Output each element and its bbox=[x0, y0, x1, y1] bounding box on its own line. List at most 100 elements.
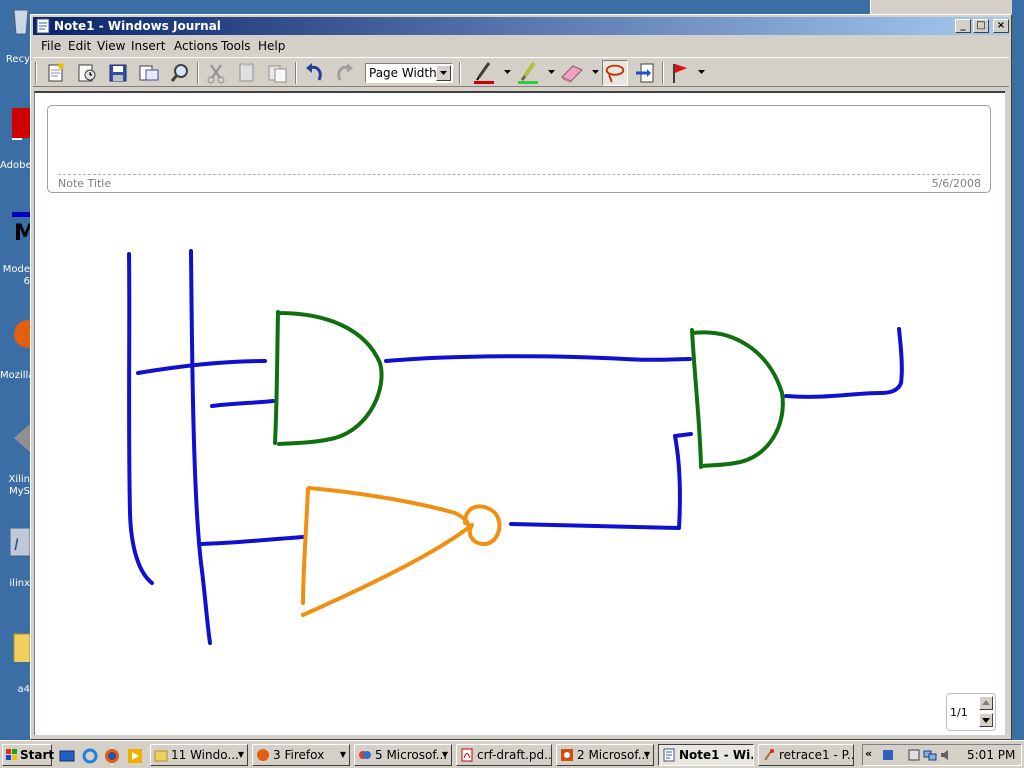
taskbar-button-microsoft-office[interactable]: 5 Microsof... ▼ bbox=[354, 744, 452, 766]
close-button[interactable]: × bbox=[993, 19, 1009, 33]
ink-drawing-canvas[interactable] bbox=[35, 93, 1006, 737]
task-label: 3 Firefox bbox=[273, 748, 325, 762]
zoom-value: Page Width bbox=[369, 66, 437, 80]
desktop-icon-adobe[interactable]: Adobe bbox=[0, 108, 30, 172]
desktop-icon-a4-folder[interactable]: a4 bbox=[0, 630, 30, 695]
desktop-icon-modelsim[interactable]: M Mode 6 bbox=[0, 212, 30, 292]
toolbar-separator bbox=[295, 62, 297, 84]
menu-tools[interactable]: Tools bbox=[217, 37, 255, 55]
pen-icon[interactable] bbox=[471, 60, 497, 86]
menu-actions[interactable]: Actions bbox=[170, 37, 222, 55]
menu-view[interactable]: View bbox=[93, 37, 129, 55]
highlighter-dropdown-arrow-icon[interactable] bbox=[548, 70, 555, 76]
network-icon[interactable] bbox=[923, 748, 937, 762]
desktop-icon-xilinx-mys[interactable]: Xilin MyS bbox=[0, 422, 30, 502]
desktop-left-strip: Recy Adobe M Mode 6 Mozilla Xilin MyS I … bbox=[0, 0, 30, 740]
menu-insert[interactable]: Insert bbox=[127, 37, 169, 55]
menu-edit[interactable]: Edit bbox=[64, 37, 95, 55]
eraser-icon[interactable] bbox=[559, 60, 585, 86]
ink-not-gate-bubble bbox=[463, 504, 502, 546]
language-bar-icon[interactable] bbox=[881, 748, 895, 762]
chevron-down-icon[interactable] bbox=[436, 65, 451, 81]
maximize-button[interactable]: □ bbox=[973, 19, 989, 33]
tray-expand-chevron-icon[interactable]: « bbox=[865, 747, 872, 760]
undo-icon[interactable] bbox=[301, 60, 327, 86]
background-window-edge bbox=[870, 0, 1024, 14]
eraser-dropdown-arrow-icon[interactable] bbox=[592, 70, 599, 76]
firefox-icon[interactable] bbox=[104, 748, 120, 764]
close-icon: × bbox=[996, 20, 1006, 31]
desktop-icon-label: Mozilla bbox=[0, 370, 30, 381]
folder-icon bbox=[154, 750, 168, 762]
lasso-select-icon[interactable] bbox=[602, 60, 628, 86]
page-indicator: 1/1 bbox=[950, 706, 968, 719]
ink-and-gate-2 bbox=[690, 328, 785, 469]
desktop-icon-mozilla[interactable]: Mozilla bbox=[0, 318, 30, 382]
ink-wire-and1-to-and2 bbox=[384, 354, 692, 363]
chevron-down-icon: ▼ bbox=[643, 750, 650, 759]
title-bar[interactable]: Note1 - Windows Journal _ □ × bbox=[33, 17, 1009, 35]
tablet-input-icon[interactable] bbox=[907, 748, 921, 762]
page-navigator: 1/1 bbox=[946, 693, 996, 731]
pdf-icon bbox=[461, 748, 473, 762]
taskbar-button-windows-explorer[interactable]: 11 Windo... ▼ bbox=[150, 744, 248, 766]
task-label: 11 Windo... bbox=[171, 748, 239, 762]
taskbar-button-journal[interactable]: Note1 - Wi... bbox=[658, 744, 754, 766]
task-label: 2 Microsof... bbox=[577, 748, 650, 762]
paste-icon[interactable] bbox=[265, 60, 291, 86]
svg-text:M: M bbox=[14, 221, 30, 244]
desktop-icon-label: Adobe bbox=[0, 160, 30, 171]
insert-space-icon[interactable] bbox=[633, 60, 659, 86]
taskbar: Start 11 Windo... ▼ 3 Firefox ▼ 5 Microsof… bbox=[0, 740, 1024, 768]
desktop-icon-xilinx-ise[interactable]: I ilinx bbox=[0, 526, 30, 590]
ink-not-gate-triangle bbox=[301, 486, 471, 617]
page-down-button[interactable] bbox=[979, 713, 993, 727]
highlighter-icon[interactable] bbox=[515, 60, 541, 86]
redo-icon[interactable] bbox=[332, 60, 358, 86]
internet-explorer-icon[interactable] bbox=[82, 748, 98, 764]
toolbar: Page Width bbox=[33, 57, 1009, 87]
firefox-icon bbox=[14, 320, 30, 348]
modelsim-icon: M bbox=[12, 212, 30, 244]
new-note-from-template-icon[interactable] bbox=[74, 60, 100, 86]
copy-icon[interactable] bbox=[234, 60, 260, 86]
desktop-icon-recycle-bin[interactable]: Recy bbox=[0, 4, 30, 68]
chevron-down-icon bbox=[982, 718, 990, 723]
find-icon[interactable] bbox=[167, 60, 193, 86]
menu-file[interactable]: File bbox=[37, 37, 65, 55]
cut-icon[interactable] bbox=[203, 60, 229, 86]
ink-wire-not-input bbox=[200, 535, 305, 546]
desktop-icon-label: ilinx bbox=[9, 578, 30, 589]
new-note-icon[interactable] bbox=[43, 60, 69, 86]
show-desktop-icon[interactable] bbox=[59, 748, 75, 764]
page-up-button[interactable] bbox=[979, 696, 993, 710]
start-button[interactable]: Start bbox=[2, 744, 54, 766]
send-icon[interactable] bbox=[136, 60, 162, 86]
firefox-icon bbox=[257, 749, 269, 761]
ink-input-bus-line-1 bbox=[127, 252, 154, 585]
taskbar-button-pdf[interactable]: crf-draft.pd... bbox=[456, 744, 552, 766]
media-player-icon[interactable] bbox=[127, 748, 143, 764]
toolbar-grip bbox=[35, 62, 37, 84]
task-label: retrace1 - P... bbox=[779, 748, 854, 762]
adobe-reader-icon bbox=[12, 108, 30, 140]
volume-icon[interactable] bbox=[939, 748, 953, 762]
paint-icon bbox=[764, 749, 774, 761]
zoom-select[interactable]: Page Width bbox=[365, 63, 453, 83]
clock[interactable]: 5:01 PM bbox=[967, 745, 1015, 765]
flag-icon[interactable] bbox=[667, 60, 693, 86]
taskbar-button-powerpoint[interactable]: 2 Microsof... ▼ bbox=[556, 744, 654, 766]
menu-help[interactable]: Help bbox=[254, 37, 289, 55]
chevron-up-icon bbox=[982, 700, 990, 705]
note-page[interactable]: Note Title 5/6/2008 1/1 bbox=[34, 91, 1005, 735]
taskbar-button-firefox[interactable]: 3 Firefox ▼ bbox=[252, 744, 350, 766]
minimize-button[interactable]: _ bbox=[955, 19, 971, 33]
flag-dropdown-arrow-icon[interactable] bbox=[698, 70, 705, 76]
menu-bar: File Edit View Insert Actions Tools Help bbox=[33, 37, 1009, 55]
taskbar-button-paint[interactable]: retrace1 - P... bbox=[758, 744, 854, 766]
window-title: Note1 - Windows Journal bbox=[54, 19, 221, 33]
toolbar-separator bbox=[197, 62, 199, 84]
journal-app-icon bbox=[36, 18, 50, 34]
pen-dropdown-arrow-icon[interactable] bbox=[504, 70, 511, 76]
save-icon[interactable] bbox=[105, 60, 131, 86]
